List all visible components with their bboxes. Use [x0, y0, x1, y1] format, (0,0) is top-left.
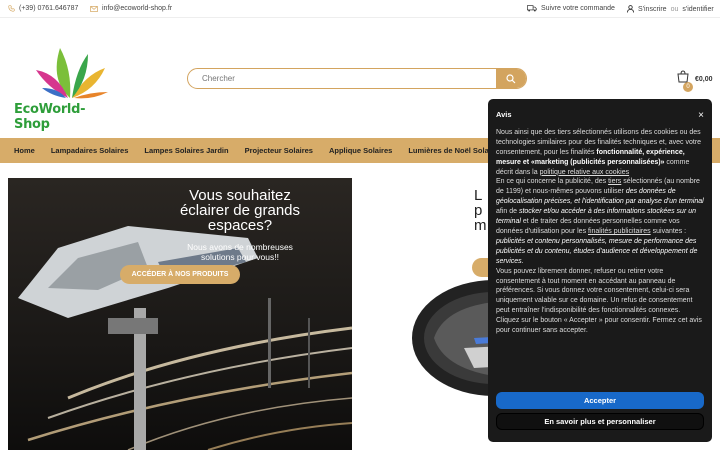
- cookie-policy-link[interactable]: politique relative aux cookies: [540, 169, 630, 176]
- envelope-icon: [90, 5, 98, 12]
- or-text: ou: [670, 5, 679, 13]
- phone-number: (+39) 0761.646787: [19, 5, 79, 12]
- hero2-title: L p m: [474, 187, 487, 234]
- register-link[interactable]: S'inscrire: [638, 6, 667, 13]
- hero-cta-button[interactable]: ACCÉDER À NOS PRODUITS: [120, 265, 240, 284]
- search-icon: [506, 73, 516, 83]
- cookie-paragraph-1: Nous ainsi que des tiers sélectionnés ut…: [496, 128, 702, 176]
- leaf-logo-icon: [36, 48, 108, 99]
- third-parties-link[interactable]: tiers: [608, 178, 621, 185]
- nav-item-applique-solaires[interactable]: Applique Solaires: [321, 146, 400, 155]
- hero-subtitle: Nous avons de nombreuses solutions pour …: [187, 242, 293, 262]
- search-input[interactable]: [188, 74, 496, 83]
- user-icon: [627, 5, 634, 13]
- cart-amount: €0,00: [695, 76, 713, 83]
- learn-more-customize-button[interactable]: En savoir plus et personnaliser: [496, 413, 704, 430]
- logo[interactable]: EcoWorld-Shop: [12, 40, 120, 132]
- accept-button[interactable]: Accepter: [496, 392, 704, 409]
- close-icon[interactable]: ×: [698, 111, 704, 121]
- search-button[interactable]: [496, 69, 526, 88]
- cookie-paragraph-3: Vous pouvez librement donner, refuser ou…: [496, 267, 693, 315]
- nav-item-projecteur-solaires[interactable]: Projecteur Solaires: [237, 146, 321, 155]
- phone-icon: [8, 5, 15, 12]
- cart-count-badge: 0: [683, 82, 693, 92]
- track-order-label: Suivre votre commande: [541, 5, 615, 12]
- nav-item-lampadaires-solaires[interactable]: Lampadaires Solaires: [43, 146, 137, 155]
- hero-title: Vous souhaitez éclairer de grands espace…: [179, 187, 301, 234]
- email-address: info@ecoworld-shop.fr: [102, 5, 173, 12]
- email-contact[interactable]: info@ecoworld-shop.fr: [90, 5, 172, 12]
- cart-button[interactable]: 0 €0,00: [675, 70, 715, 92]
- advertising-purposes-link[interactable]: finalités publicitaires: [588, 228, 651, 235]
- search-bar: [187, 68, 527, 89]
- top-bar: (+39) 0761.646787 info@ecoworld-shop.fr …: [0, 0, 720, 18]
- logo-text: EcoWorld-Shop: [14, 102, 86, 132]
- login-link[interactable]: s'identifier: [682, 6, 713, 13]
- cookie-consent-dialog: Avis × Nous ainsi que des tiers sélectio…: [488, 99, 712, 442]
- truck-icon: [527, 5, 537, 12]
- nav-item-lampes-solaires-jardin[interactable]: Lampes Solaires Jardin: [136, 146, 236, 155]
- account-links: S'inscrire ou s'identifier: [627, 5, 714, 13]
- nav-item-home[interactable]: Home: [6, 146, 43, 155]
- cookie-paragraph-2: En ce qui concerne la publicité, des tie…: [496, 178, 704, 265]
- cookie-paragraph-4: Cliquez sur le bouton « Accepter » pour …: [496, 317, 702, 335]
- cookie-dialog-title: Avis: [496, 110, 512, 119]
- phone-contact[interactable]: (+39) 0761.646787: [8, 5, 78, 12]
- track-order-link[interactable]: Suivre votre commande: [527, 5, 615, 12]
- hero-banner-secondary[interactable]: L p m: [352, 178, 492, 450]
- solar-lamp-image: [412, 280, 492, 396]
- hero-banner-street-lights[interactable]: Vous souhaitez éclairer de grands espace…: [8, 178, 352, 450]
